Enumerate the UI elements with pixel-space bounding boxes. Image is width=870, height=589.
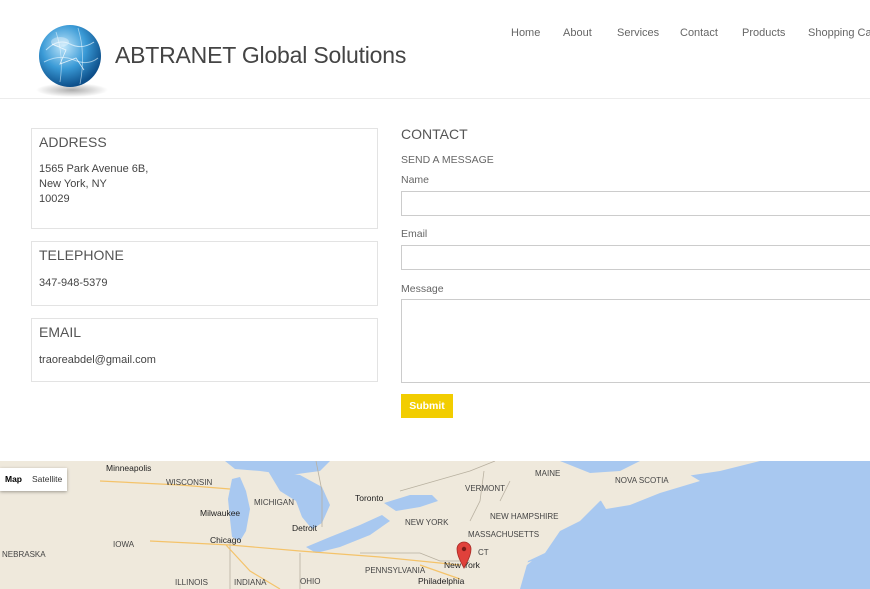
message-label: Message	[401, 283, 444, 295]
telephone-title: TELEPHONE	[39, 247, 124, 263]
map-label: ILLINOIS	[175, 578, 208, 587]
name-label: Name	[401, 174, 430, 186]
address-line3: 10029	[39, 193, 70, 205]
name-field[interactable]	[401, 191, 870, 216]
contact-title: CONTACT	[401, 126, 468, 142]
map-label: MAINE	[535, 469, 560, 478]
map-label: NEW YORK	[405, 518, 449, 527]
nav-shopping-cart[interactable]: Shopping Car	[808, 27, 870, 39]
map-label: MICHIGAN	[254, 498, 294, 507]
address-text: 1565 Park Avenue 6B, New York, NY 10029	[39, 162, 148, 207]
map-canvas[interactable]: Minneapolis WISCONSIN MICHIGAN Milwaukee…	[0, 461, 870, 589]
map-type-satellite-button[interactable]: Satellite	[27, 468, 67, 491]
site-brand[interactable]: ABTRANET Global Solutions	[115, 42, 406, 69]
email-value: traoreabdel@gmail.com	[39, 354, 156, 366]
map-label: Milwaukee	[200, 508, 240, 518]
site-header: ABTRANET Global Solutions Home About Ser…	[0, 0, 870, 99]
map-label: WISCONSIN	[166, 478, 212, 487]
telephone-value: 347-948-5379	[39, 277, 108, 289]
map-type-map-button[interactable]: Map	[0, 468, 27, 491]
map-label: NEW HAMPSHIRE	[490, 512, 558, 521]
email-label: Email	[401, 228, 428, 240]
map-label: OHIO	[300, 577, 320, 586]
address-box: ADDRESS 1565 Park Avenue 6B, New York, N…	[31, 128, 378, 229]
map-label: NEBRASKA	[2, 550, 46, 559]
map-label: NOVA SCOTIA	[615, 476, 669, 485]
map-label: MASSACHUSETTS	[468, 530, 539, 539]
address-title: ADDRESS	[39, 134, 107, 150]
map-label: Minneapolis	[106, 463, 151, 473]
map-label: VERMONT	[465, 484, 505, 493]
map-label: Detroit	[292, 523, 318, 533]
email-title: EMAIL	[39, 324, 82, 340]
nav-services[interactable]: Services	[617, 27, 659, 39]
nav-about[interactable]: About	[563, 27, 592, 39]
address-line1: 1565 Park Avenue 6B,	[39, 163, 149, 175]
message-field[interactable]	[401, 299, 870, 383]
main-nav: Home About Services Contact Products Sho…	[0, 27, 870, 41]
google-map[interactable]: Minneapolis WISCONSIN MICHIGAN Milwaukee…	[0, 461, 870, 589]
map-label: IOWA	[113, 540, 135, 549]
email-field[interactable]	[401, 245, 870, 270]
telephone-box: TELEPHONE 347-948-5379	[31, 241, 378, 306]
map-label: Philadelphia	[418, 576, 465, 586]
map-label: Toronto	[355, 493, 384, 503]
map-label: PENNSYLVANIA	[365, 566, 426, 575]
map-type-control: Map Satellite	[0, 468, 68, 491]
send-message-heading: SEND A MESSAGE	[401, 154, 494, 166]
address-line2: New York, NY	[39, 178, 107, 190]
nav-contact[interactable]: Contact	[680, 27, 718, 39]
nav-products[interactable]: Products	[742, 27, 785, 39]
map-label: Chicago	[210, 535, 241, 545]
email-box: EMAIL traoreabdel@gmail.com	[31, 318, 378, 382]
map-label: INDIANA	[234, 578, 267, 587]
submit-button[interactable]: Submit	[401, 394, 453, 418]
nav-home[interactable]: Home	[511, 27, 540, 39]
map-label: CT	[478, 548, 489, 557]
